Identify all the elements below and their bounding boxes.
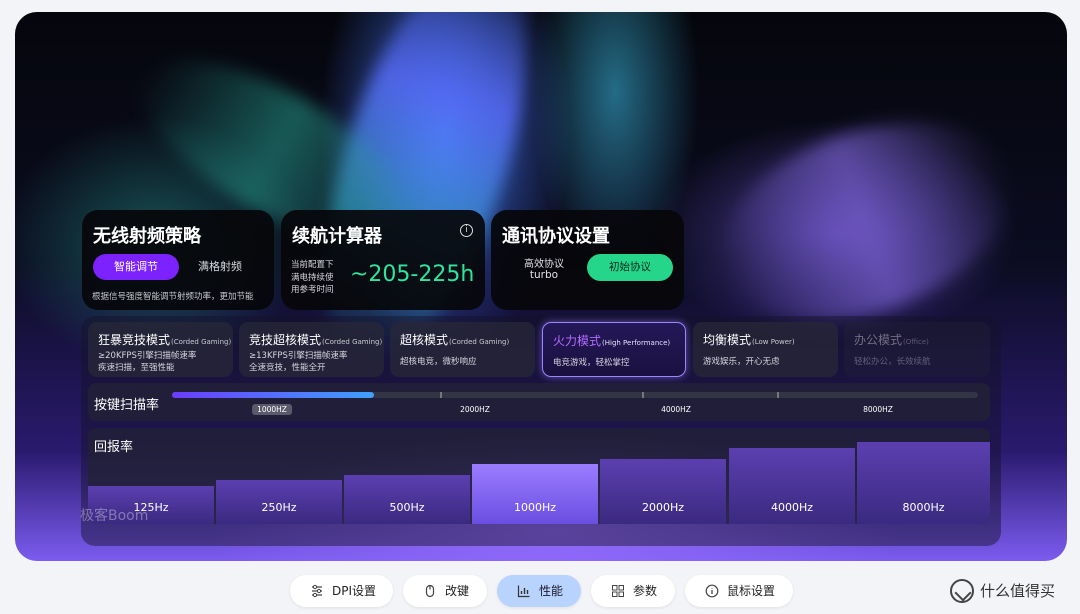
scan-rate-option[interactable]: 8000HZ — [858, 404, 898, 415]
mode-card[interactable]: 竞技超核模式(Corded Gaming) ≥13KFPS引擎扫描帧速率 全速竞… — [239, 322, 384, 377]
mode-description: 全速竞技，性能全开 — [249, 363, 326, 373]
scan-rate-section: 按键扫描率 1000HZ 2000HZ 4000HZ 8000HZ — [88, 383, 990, 421]
mode-name: 竞技超核模式(Corded Gaming) — [249, 331, 384, 348]
scan-rate-label: 按键扫描率 — [94, 398, 160, 413]
rf-strategy-title: 无线射频策略 — [93, 226, 201, 247]
rf-strategy-description: 根据信号强度智能调节射频功率，更加节能 — [92, 292, 254, 302]
protocol-card: 通讯协议设置 高效协议 turbo 初始协议 — [491, 210, 684, 310]
mode-card[interactable]: 狂暴竞技模式(Corded Gaming) ≥20KFPS引擎扫描帧速率 疾速扫… — [88, 322, 233, 377]
report-rate-option-selected[interactable]: 1000Hz — [472, 464, 598, 524]
mode-title: 火力模式 — [553, 334, 602, 348]
mode-title: 均衡模式 — [703, 333, 752, 347]
mode-title: 超核模式 — [400, 333, 449, 347]
report-rate-value: 250Hz — [261, 501, 297, 514]
tab-label: DPI设置 — [332, 584, 377, 598]
info-icon — [705, 584, 719, 598]
chart-icon — [517, 585, 530, 598]
info-icon[interactable]: i — [460, 224, 473, 237]
mode-name: 火力模式(High Performance) — [553, 332, 685, 349]
scan-rate-option[interactable]: 1000HZ — [252, 404, 292, 415]
protocol-name: 高效协议 — [524, 259, 564, 270]
mode-name: 狂暴竞技模式(Corded Gaming) — [98, 331, 233, 348]
mode-title: 办公模式 — [854, 333, 903, 347]
tab-label: 改键 — [445, 584, 470, 598]
battery-hours-value: ~205-225h — [350, 262, 475, 287]
battery-calculator-card: 续航计算器 i 当前配置下 满电持续使 用参考时间 ~205-225h — [281, 210, 485, 310]
smart-adjust-button[interactable]: 智能调节 — [93, 254, 179, 280]
battery-caption-line: 用参考时间 — [291, 285, 334, 295]
report-rate-value: 4000Hz — [770, 501, 814, 514]
report-rate-value: 1000Hz — [513, 501, 557, 514]
battery-caption-line: 当前配置下 — [291, 260, 334, 270]
scan-rate-fill — [172, 392, 374, 398]
mode-card[interactable]: 超核模式(Corded Gaming) 超核电竞，微秒响应 — [390, 322, 535, 377]
report-rate-value: 500Hz — [389, 501, 425, 514]
mode-description: 超核电竞，微秒响应 — [400, 357, 477, 367]
report-rate-option[interactable]: 2000Hz — [600, 459, 726, 524]
report-rate-section: 回报率 125Hz 250Hz 500Hz 1000Hz 2000Hz 4000… — [88, 428, 990, 524]
tab-label: 性能 — [539, 584, 564, 598]
mode-card[interactable]: 均衡模式(Low Power) 游戏娱乐，开心无虑 — [693, 322, 838, 377]
scan-rate-tick — [776, 392, 779, 398]
brand-logo-icon — [950, 579, 974, 603]
report-rate-option[interactable]: 8000Hz — [857, 442, 990, 524]
mode-description: 疾速扫描，至强性能 — [98, 363, 175, 373]
mode-description: 电竞游戏，轻松掌控 — [553, 358, 630, 368]
battery-caption-line: 满电持续使 — [291, 272, 334, 283]
mode-english: (Office) — [903, 338, 929, 346]
tab-mouse-settings[interactable]: 鼠标设置 — [685, 575, 793, 607]
report-rate-option[interactable]: 4000Hz — [729, 448, 855, 524]
scan-rate-option[interactable]: 2000HZ — [455, 404, 495, 415]
mode-description: 游戏娱乐，开心无虑 — [703, 357, 780, 367]
tab-key-remap[interactable]: 改键 — [403, 575, 487, 607]
mode-card[interactable]: 办公模式(Office) 轻松办公，长效续航 — [844, 322, 990, 377]
mode-description: ≥13KFPS引擎扫描帧速率 — [249, 351, 348, 361]
mode-english: (High Performance) — [602, 339, 671, 347]
tab-label: 鼠标设置 — [727, 584, 776, 598]
battery-caption: 当前配置下 满电持续使 用参考时间 — [291, 259, 334, 297]
report-rate-value: 2000Hz — [641, 501, 685, 514]
scan-rate-slider[interactable] — [172, 392, 978, 398]
protocol-value: turbo — [529, 269, 559, 281]
mode-english: (Corded Gaming) — [449, 338, 510, 346]
report-rate-label: 回报率 — [94, 440, 134, 455]
mode-description: 轻松办公，长效续航 — [854, 357, 931, 367]
battery-title: 续航计算器 — [292, 226, 382, 247]
mode-english: (Corded Gaming) — [322, 338, 383, 346]
grid-icon — [612, 585, 624, 597]
tab-label: 参数 — [633, 584, 658, 598]
tab-parameters[interactable]: 参数 — [591, 575, 675, 607]
report-rate-option[interactable]: 500Hz — [344, 475, 470, 524]
tab-dpi-settings[interactable]: DPI设置 — [290, 575, 393, 607]
report-rate-option[interactable]: 250Hz — [216, 480, 342, 524]
mode-card-active[interactable]: 火力模式(High Performance) 电竞游戏，轻松掌控 — [542, 322, 686, 377]
mode-title: 狂暴竞技模式 — [98, 333, 171, 347]
reset-protocol-button[interactable]: 初始协议 — [587, 254, 673, 281]
rf-strategy-card: 无线射频策略 智能调节 满格射频 根据信号强度智能调节射频功率，更加节能 — [82, 210, 274, 310]
tab-performance[interactable]: 性能 — [497, 575, 581, 607]
scan-rate-tick — [440, 392, 443, 398]
watermark: 极客Boom — [80, 508, 149, 524]
mode-description: ≥20KFPS引擎扫描帧速率 — [98, 351, 197, 361]
brand-text: 什么值得买 — [980, 582, 1056, 600]
scan-rate-tick — [641, 392, 644, 398]
protocol-title: 通讯协议设置 — [502, 226, 610, 247]
mouse-icon — [425, 584, 435, 598]
mode-english: (Low Power) — [752, 338, 795, 346]
scan-rate-option[interactable]: 4000HZ — [656, 404, 696, 415]
mode-name: 办公模式(Office) — [854, 331, 990, 348]
mode-title: 竞技超核模式 — [249, 333, 322, 347]
mode-name: 超核模式(Corded Gaming) — [400, 331, 535, 348]
report-rate-value: 8000Hz — [902, 501, 945, 514]
sliders-icon — [312, 584, 322, 598]
mode-name: 均衡模式(Low Power) — [703, 331, 838, 348]
mode-english: (Corded Gaming) — [171, 338, 232, 346]
full-power-button[interactable]: 满格射频 — [190, 254, 250, 280]
